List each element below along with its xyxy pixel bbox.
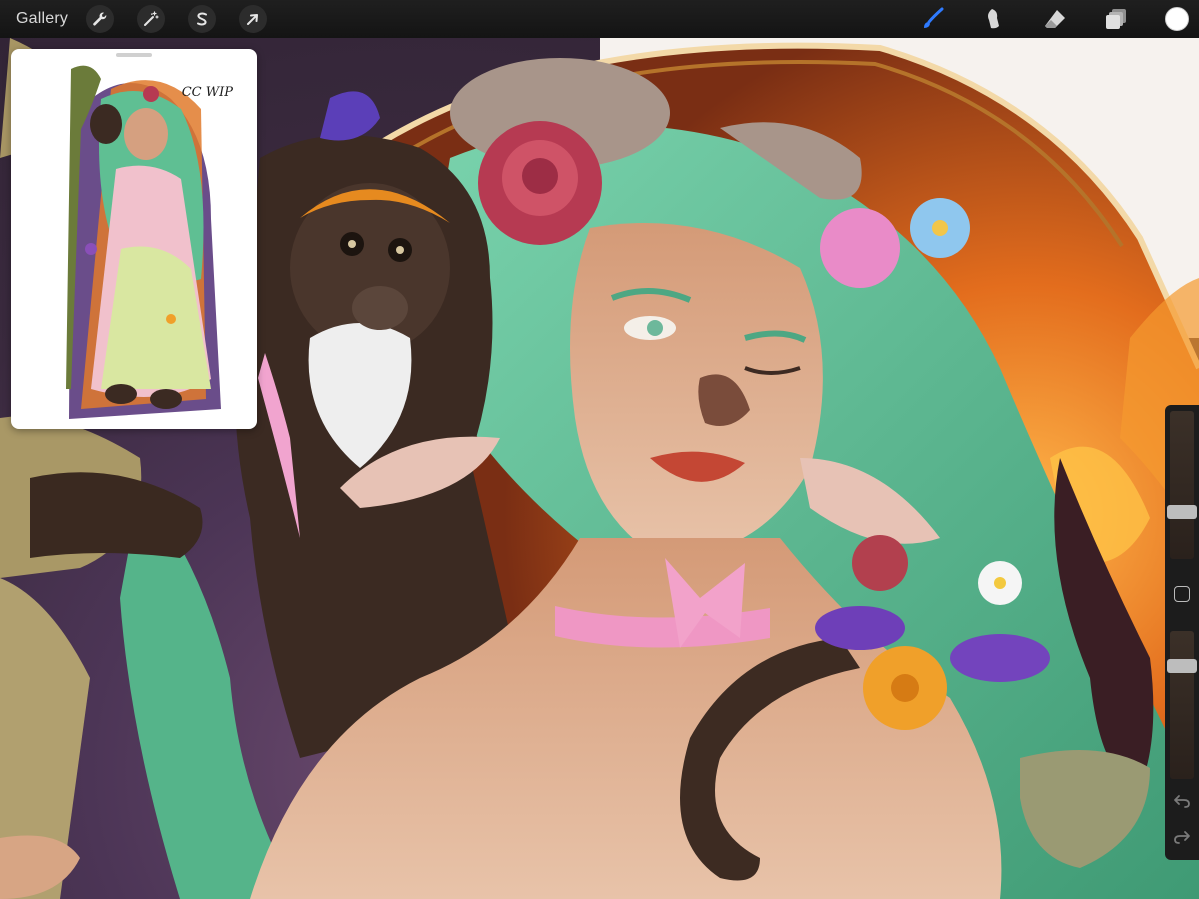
brush-tool-button[interactable] (921, 7, 945, 31)
selection-button[interactable] (188, 5, 217, 33)
opacity-thumb[interactable] (1167, 659, 1197, 673)
wrench-icon (93, 12, 107, 26)
reference-thumbnail (66, 65, 221, 419)
eraser-icon (1045, 10, 1065, 28)
color-picker-button[interactable] (1165, 7, 1189, 31)
layers-button[interactable] (1104, 7, 1128, 31)
transform-button[interactable] (239, 5, 268, 33)
smudge-tool-button[interactable] (982, 7, 1006, 31)
wip-label: CC WIP (181, 85, 233, 100)
side-toolbar (1165, 405, 1199, 860)
right-tool-group (884, 0, 1199, 38)
magic-wand-icon (144, 11, 159, 26)
smudge-icon (988, 9, 999, 29)
modify-button[interactable] (1174, 586, 1190, 602)
brush-icon (924, 7, 944, 28)
brush-size-thumb[interactable] (1167, 505, 1197, 519)
opacity-slider[interactable] (1170, 631, 1194, 779)
top-toolbar: Gallery (0, 0, 1199, 38)
redo-icon[interactable] (1173, 828, 1191, 846)
selection-s-icon (197, 12, 208, 26)
reference-window[interactable]: CC WIP (11, 49, 257, 429)
adjustments-button[interactable] (137, 5, 166, 33)
gallery-button[interactable]: Gallery (16, 10, 68, 28)
eraser-tool-button[interactable] (1043, 7, 1067, 31)
undo-icon[interactable] (1173, 792, 1191, 810)
layers-icon (1106, 9, 1126, 29)
brush-size-slider[interactable] (1170, 411, 1194, 559)
actions-button[interactable] (86, 5, 115, 33)
arrow-cursor-icon (247, 14, 259, 25)
